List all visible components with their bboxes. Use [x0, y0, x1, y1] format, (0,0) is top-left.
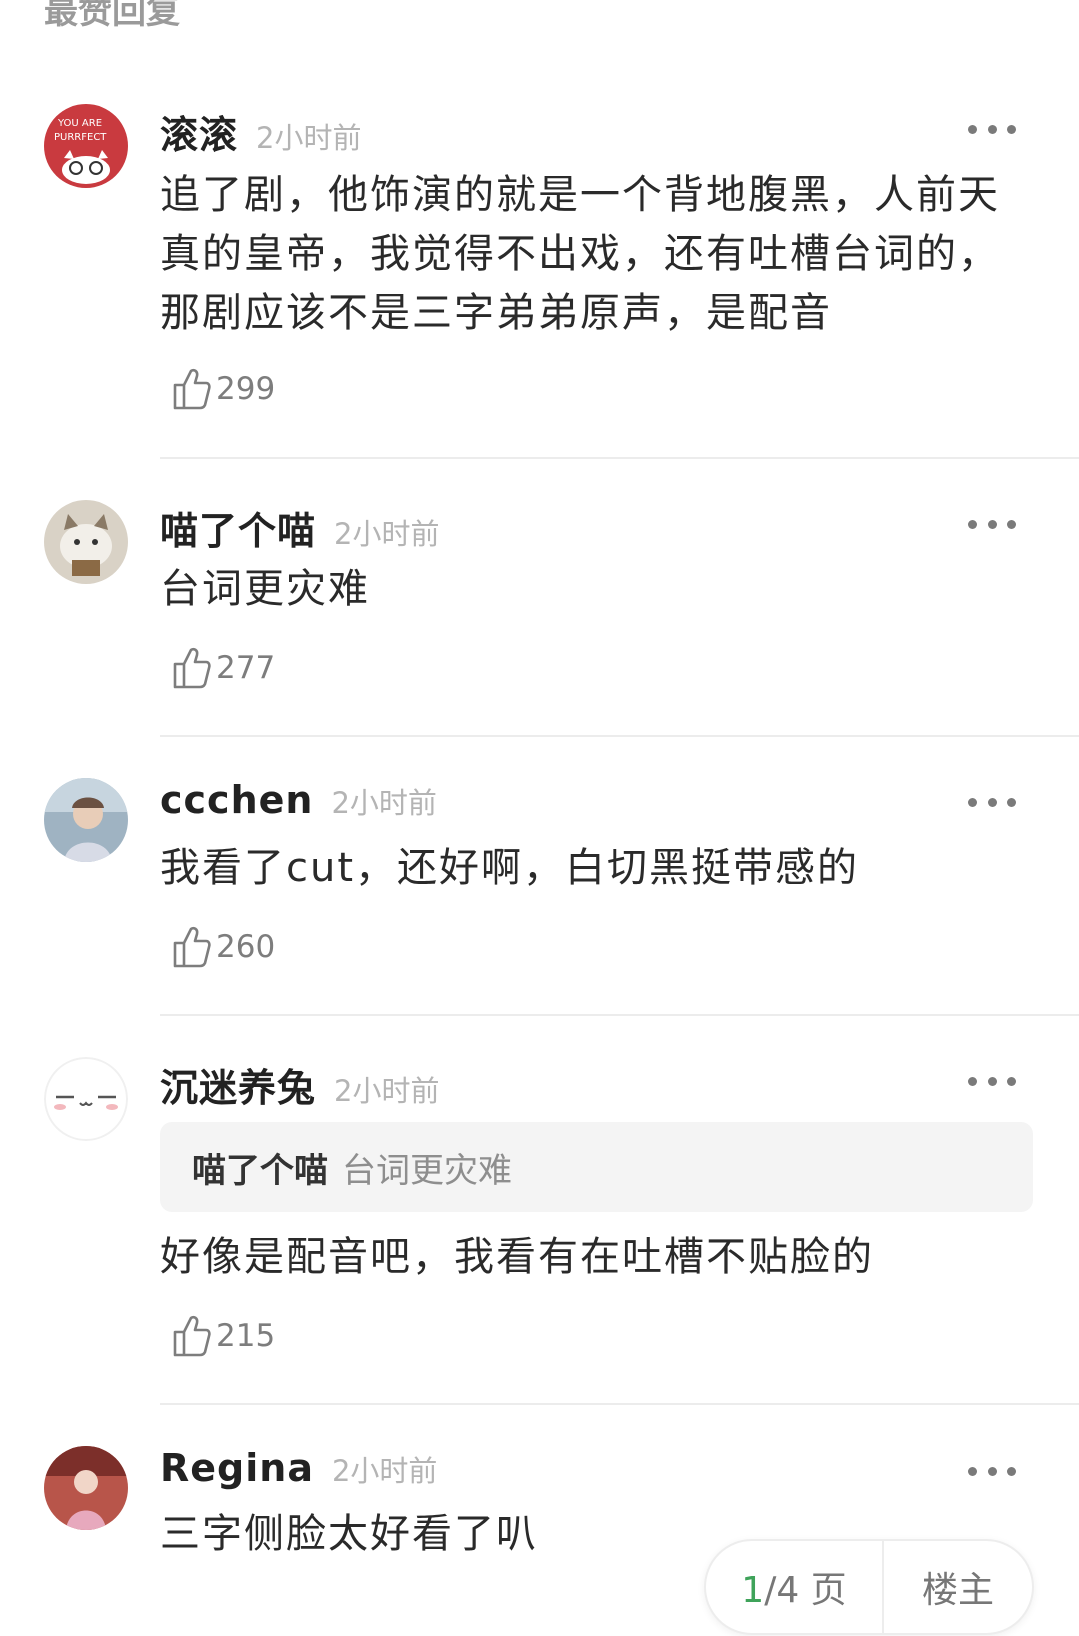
like-button[interactable]: 299 — [172, 364, 275, 414]
name-row: 喵了个喵 2小时前 — [160, 500, 440, 553]
divider — [160, 1403, 1079, 1405]
timestamp: 2小时前 — [331, 786, 437, 820]
divider — [160, 735, 1079, 737]
name-row: 滚滚 2小时前 — [160, 104, 362, 157]
like-button[interactable]: 215 — [172, 1311, 275, 1361]
svg-text:PURRFECT: PURRFECT — [54, 132, 107, 143]
section-title: 最赞回复 — [44, 0, 180, 32]
avatar[interactable] — [44, 778, 128, 862]
comment-text: 追了剧，他饰演的就是一个背地腹黑，人前天真的皇帝，我觉得不出戏，还有吐槽台词的，… — [160, 172, 1000, 336]
thumbs-up-icon — [172, 367, 212, 411]
comment-text: 台词更灾难 — [160, 566, 370, 612]
username[interactable]: Regina — [160, 1446, 314, 1490]
like-count: 260 — [216, 929, 276, 965]
more-dots-icon[interactable] — [968, 1066, 1016, 1096]
timestamp: 2小时前 — [334, 1074, 440, 1108]
username[interactable]: 喵了个喵 — [160, 500, 316, 555]
page-indicator[interactable]: 1/4 页 — [706, 1561, 882, 1613]
like-button[interactable]: 260 — [172, 922, 275, 972]
quoted-reply[interactable]: 喵了个喵 台词更灾难 — [160, 1122, 1033, 1212]
avatar[interactable] — [44, 1446, 128, 1530]
avatar[interactable] — [44, 500, 128, 584]
comment-text: 我看了cut，还好啊，白切黑挺带感的 — [160, 845, 860, 891]
username[interactable]: 沉迷养兔 — [160, 1057, 316, 1112]
comment-text: 好像是配音吧，我看有在吐槽不贴脸的 — [160, 1234, 874, 1280]
avatar[interactable] — [44, 1057, 128, 1141]
divider — [160, 1014, 1079, 1016]
divider — [160, 457, 1079, 459]
thumbs-up-icon — [172, 646, 212, 690]
name-row: 沉迷养兔 2小时前 — [160, 1057, 440, 1110]
username[interactable]: ccchen — [160, 778, 313, 822]
more-dots-icon[interactable] — [968, 1456, 1016, 1486]
like-count: 277 — [216, 650, 276, 686]
comment-page: 最赞回复 YOU ARE PURRFECT 滚滚 2小时前 追了剧，他饰演的就是… — [0, 0, 1079, 1636]
name-row: ccchen 2小时前 — [160, 778, 437, 828]
more-dots-icon[interactable] — [968, 114, 1016, 144]
more-dots-icon[interactable] — [968, 787, 1016, 817]
like-count: 299 — [216, 371, 276, 407]
username[interactable]: 滚滚 — [160, 104, 238, 159]
timestamp: 2小时前 — [256, 121, 362, 155]
like-button[interactable]: 277 — [172, 643, 275, 693]
like-count: 215 — [216, 1318, 276, 1354]
avatar[interactable]: YOU ARE PURRFECT — [44, 104, 128, 188]
pagination-control: 1/4 页 楼主 — [704, 1539, 1034, 1635]
page-total: /4 页 — [764, 1570, 847, 1611]
thumbs-up-icon — [172, 925, 212, 969]
name-row: Regina 2小时前 — [160, 1446, 437, 1496]
quoted-text: 台词更灾难 — [342, 1150, 512, 1191]
owner-only-button[interactable]: 楼主 — [884, 1561, 1032, 1613]
thumbs-up-icon — [172, 1314, 212, 1358]
timestamp: 2小时前 — [334, 517, 440, 551]
current-page: 1 — [741, 1570, 765, 1611]
more-dots-icon[interactable] — [968, 509, 1016, 539]
svg-text:YOU ARE: YOU ARE — [57, 118, 102, 129]
timestamp: 2小时前 — [331, 1454, 438, 1488]
quoted-username: 喵了个喵 — [192, 1150, 328, 1191]
